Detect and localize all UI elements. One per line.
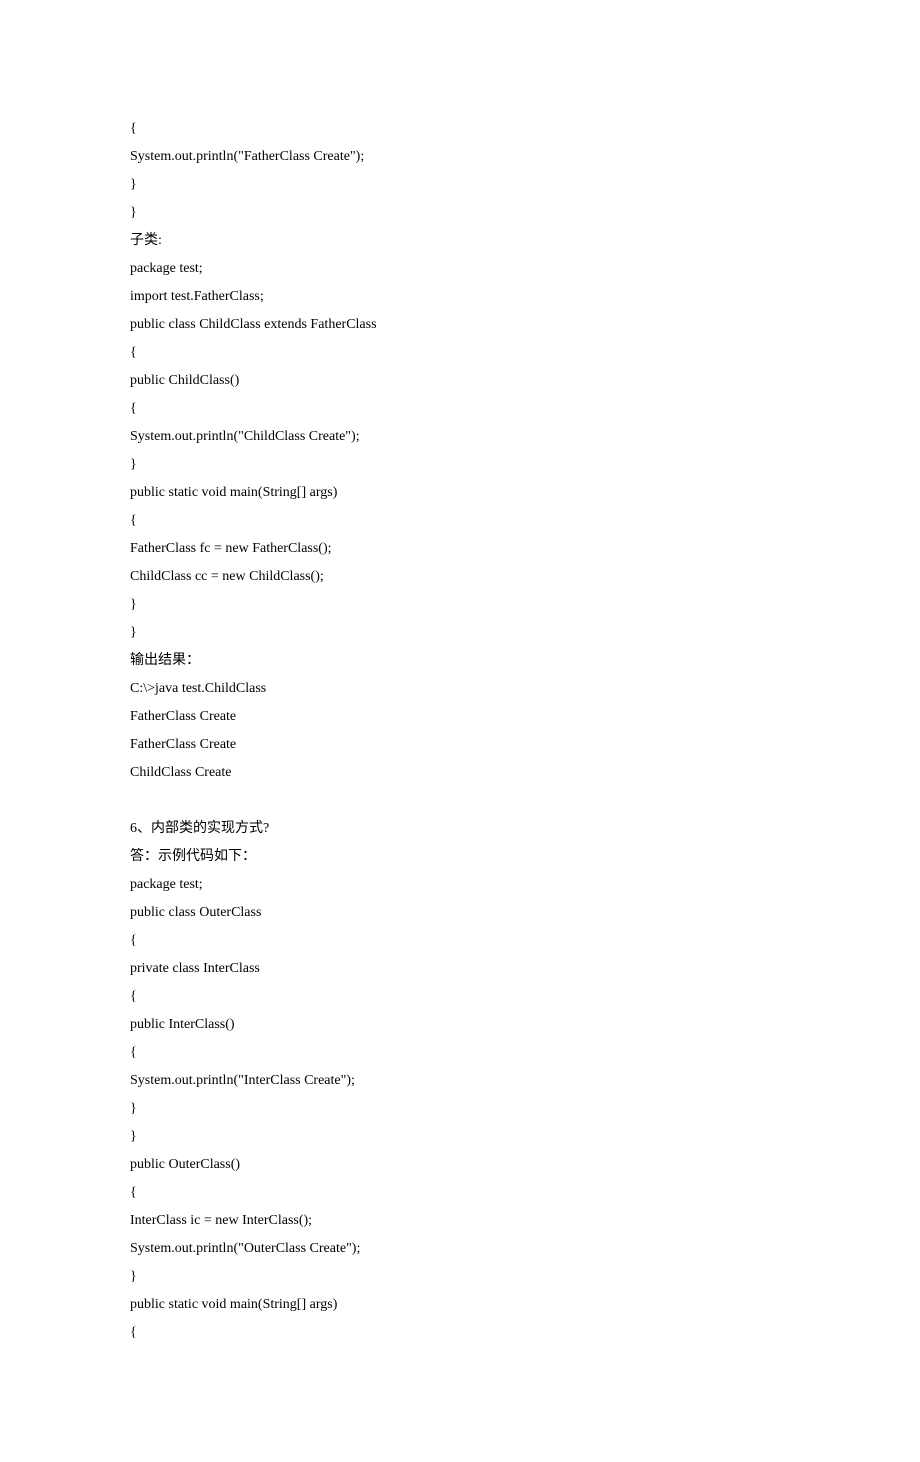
text-line: {: [130, 927, 790, 955]
text-line: {: [130, 983, 790, 1011]
text-line: ChildClass cc = new ChildClass();: [130, 563, 790, 591]
text-line: public static void main(String[] args): [130, 1291, 790, 1319]
text-line: }: [130, 171, 790, 199]
text-line: {: [130, 1179, 790, 1207]
text-line: }: [130, 1263, 790, 1291]
text-line: 答：示例代码如下：: [130, 843, 790, 871]
text-line: FatherClass Create: [130, 703, 790, 731]
text-line: System.out.println("OuterClass Create");: [130, 1235, 790, 1263]
text-line: System.out.println("FatherClass Create")…: [130, 143, 790, 171]
text-line: {: [130, 339, 790, 367]
text-line: 子类:: [130, 227, 790, 255]
text-line: import test.FatherClass;: [130, 283, 790, 311]
text-line: FatherClass fc = new FatherClass();: [130, 535, 790, 563]
blank-line: [130, 787, 790, 815]
text-line: private class InterClass: [130, 955, 790, 983]
text-line: {: [130, 507, 790, 535]
text-line: System.out.println("ChildClass Create");: [130, 423, 790, 451]
text-line: ChildClass Create: [130, 759, 790, 787]
text-line: }: [130, 1123, 790, 1151]
text-line: 6、内部类的实现方式?: [130, 815, 790, 843]
text-line: FatherClass Create: [130, 731, 790, 759]
text-line: System.out.println("InterClass Create");: [130, 1067, 790, 1095]
text-line: }: [130, 199, 790, 227]
text-line: }: [130, 591, 790, 619]
text-line: 输出结果：: [130, 647, 790, 675]
text-line: {: [130, 1319, 790, 1347]
text-line: public class OuterClass: [130, 899, 790, 927]
text-line: public OuterClass(): [130, 1151, 790, 1179]
text-line: public class ChildClass extends FatherCl…: [130, 311, 790, 339]
text-line: package test;: [130, 255, 790, 283]
text-line: InterClass ic = new InterClass();: [130, 1207, 790, 1235]
text-line: }: [130, 451, 790, 479]
text-line: C:\>java test.ChildClass: [130, 675, 790, 703]
text-line: public InterClass(): [130, 1011, 790, 1039]
text-line: package test;: [130, 871, 790, 899]
text-line: {: [130, 115, 790, 143]
text-line: public ChildClass(): [130, 367, 790, 395]
text-line: }: [130, 619, 790, 647]
text-line: {: [130, 1039, 790, 1067]
document-page: {System.out.println("FatherClass Create"…: [0, 0, 920, 1462]
text-line: public static void main(String[] args): [130, 479, 790, 507]
text-line: {: [130, 395, 790, 423]
text-line: }: [130, 1095, 790, 1123]
